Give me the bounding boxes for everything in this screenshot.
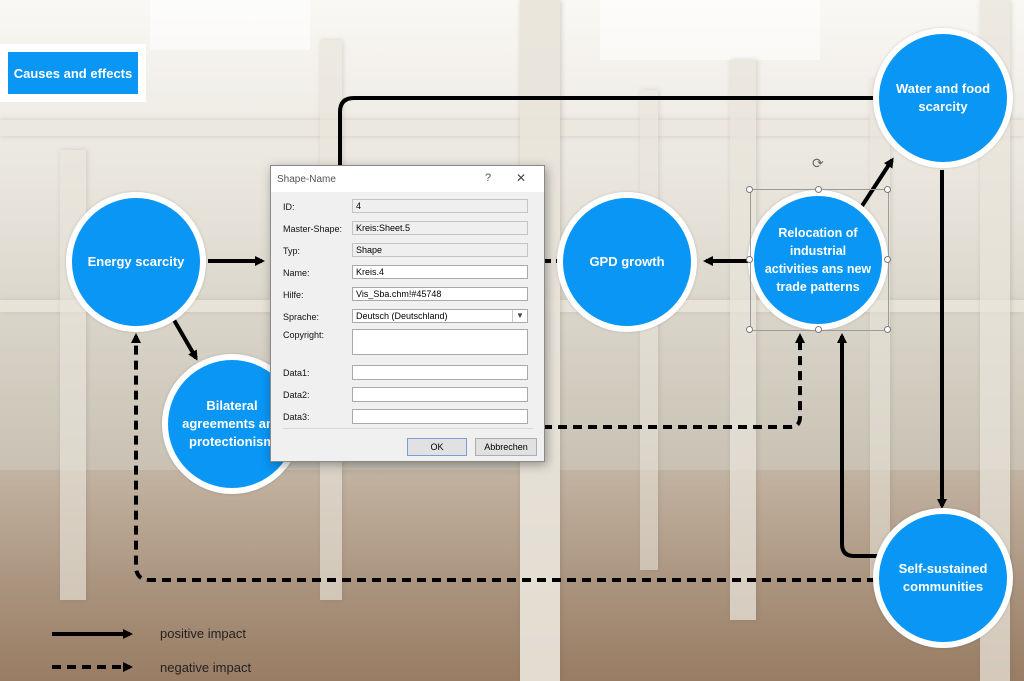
label-copyright: Copyright: — [283, 330, 325, 340]
close-icon[interactable]: ✕ — [515, 171, 527, 185]
field-id[interactable]: 4 — [352, 199, 528, 213]
node-water-food-scarcity[interactable]: Water and food scarcity — [873, 28, 1013, 168]
arrow-top-loop[interactable] — [338, 96, 874, 165]
page-title[interactable]: Causes and effects — [8, 52, 138, 94]
node-label: GPD growth — [589, 254, 665, 269]
resize-handle-nw[interactable] — [746, 186, 753, 193]
chevron-down-icon[interactable]: ▼ — [512, 310, 527, 322]
field-name[interactable]: Kreis.4 — [352, 265, 528, 279]
label-data2: Data2: — [283, 390, 310, 400]
ok-button[interactable]: OK — [407, 438, 467, 456]
label-sprache: Sprache: — [283, 312, 320, 322]
resize-handle-s[interactable] — [815, 326, 822, 333]
shape-name-dialog: Shape-Name ? ✕ ID: 4 Master-Shape: Kreis… — [270, 165, 545, 462]
node-label: Water and food scarcity — [895, 81, 991, 114]
field-data2[interactable] — [352, 387, 528, 402]
field-copyright[interactable] — [352, 329, 528, 355]
arrow-bilateral-to-relocation[interactable] — [543, 333, 805, 429]
field-hilfe[interactable]: Vis_Sba.chm!#45748 — [352, 287, 528, 301]
selection-frame — [750, 189, 889, 331]
select-sprache-value: Deutsch (Deutschland) — [356, 311, 448, 321]
node-gdp-growth[interactable]: GPD growth — [557, 192, 697, 332]
resize-handle-se[interactable] — [884, 326, 891, 333]
select-sprache[interactable]: Deutsch (Deutschland) ▼ — [352, 309, 528, 323]
resize-handle-e[interactable] — [884, 256, 891, 263]
arrow-energy-to-bilateral[interactable] — [172, 318, 198, 361]
canvas: Causes and effects Energy scarcity Bilat… — [0, 0, 1024, 681]
label-master-shape: Master-Shape: — [283, 224, 343, 234]
resize-handle-sw[interactable] — [746, 326, 753, 333]
field-master-shape[interactable]: Kreis:Sheet.5 — [352, 221, 528, 235]
legend-negative-label: negative impact — [160, 660, 252, 675]
field-typ[interactable]: Shape — [352, 243, 528, 257]
field-data1[interactable] — [352, 365, 528, 380]
help-icon[interactable]: ? — [483, 172, 493, 184]
cancel-button[interactable]: Abbrechen — [475, 438, 537, 456]
label-data1: Data1: — [283, 368, 310, 378]
title-box: Causes and effects — [0, 44, 146, 102]
resize-handle-ne[interactable] — [884, 186, 891, 193]
resize-handle-w[interactable] — [746, 256, 753, 263]
label-data3: Data3: — [283, 412, 310, 422]
label-name: Name: — [283, 268, 310, 278]
resize-handle-n[interactable] — [815, 186, 822, 193]
label-typ: Typ: — [283, 246, 301, 256]
node-label: Self-sustained communities — [898, 561, 988, 594]
node-label: Energy scarcity — [87, 254, 185, 269]
field-data3[interactable] — [352, 409, 528, 424]
arrow-self-to-relocation[interactable] — [837, 333, 882, 558]
label-hilfe: Hilfe: — [283, 290, 304, 300]
dialog-separator — [283, 428, 533, 429]
legend-positive-label: positive impact — [160, 626, 246, 641]
dialog-titlebar[interactable]: Shape-Name ? ✕ — [271, 166, 544, 192]
node-self-sustained[interactable]: Self-sustained communities — [873, 508, 1013, 648]
rotate-handle-icon[interactable]: ⟳ — [812, 156, 826, 170]
node-energy-scarcity[interactable]: Energy scarcity — [66, 192, 206, 332]
dialog-title: Shape-Name — [277, 174, 336, 185]
label-id: ID: — [283, 202, 295, 212]
